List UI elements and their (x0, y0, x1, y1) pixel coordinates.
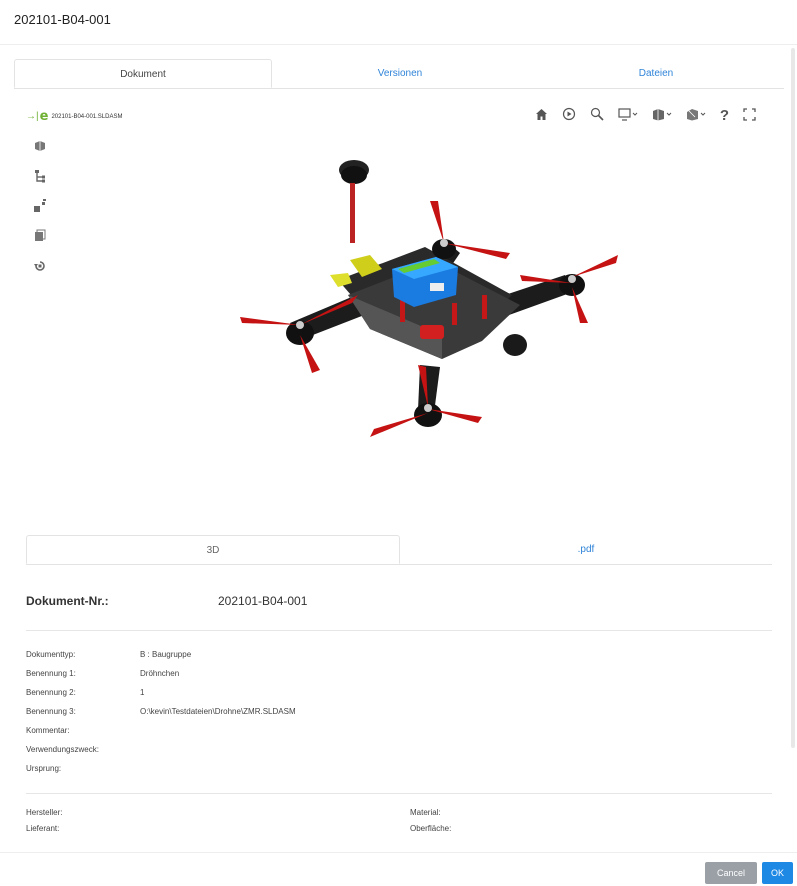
dialog-footer: Cancel OK (0, 852, 797, 886)
fullscreen-icon[interactable] (743, 107, 756, 125)
property-label: Benennung 1: (26, 669, 76, 678)
property-label: Benennung 3: (26, 707, 76, 716)
parts-icon[interactable] (32, 139, 48, 157)
ok-button[interactable]: OK (762, 862, 793, 884)
property-label: Verwendungszweck: (26, 745, 99, 754)
tab-dateien[interactable]: Dateien (528, 59, 784, 88)
display-icon[interactable] (618, 107, 638, 125)
rotate-icon[interactable] (32, 259, 48, 277)
property-row: Verwendungszweck: (26, 740, 296, 759)
property-row: Ursprung: (26, 759, 296, 778)
tab-pdf[interactable]: .pdf (400, 535, 772, 564)
link-arrow-icon: →| (26, 111, 39, 122)
home-icon[interactable] (535, 108, 548, 125)
help-icon[interactable]: ? (720, 108, 729, 124)
layers-icon[interactable] (32, 229, 48, 247)
property-row: Benennung 3: O:\kevin\Testdateien\Drohne\… (26, 702, 296, 721)
document-number-value: 202101-B04-001 (218, 594, 308, 608)
tab-3d[interactable]: 3D (26, 535, 400, 564)
supplier-properties: Hersteller: Material: Lieferant: Oberflä… (26, 793, 772, 833)
property-label-hersteller: Hersteller: (26, 808, 63, 817)
dialog-content: Dokument Versionen Dateien →| e 202101-B… (0, 44, 797, 852)
app-logo-icon: e (39, 109, 49, 124)
property-value: B : Baugruppe (140, 650, 192, 659)
top-toolbar: ? (535, 107, 756, 125)
structure-icon[interactable] (32, 169, 48, 187)
property-label: Benennung 2: (26, 688, 76, 697)
cancel-button[interactable]: Cancel (705, 862, 757, 884)
3d-viewer[interactable]: →| e 202101-B04-001.SLDASM ? (20, 101, 780, 521)
property-label: Dokumenttyp: (26, 650, 76, 659)
property-row: Kommentar: (26, 721, 296, 740)
property-label-material: Material: (410, 808, 441, 817)
dialog-title: 202101-B04-001 (14, 12, 111, 27)
property-row: Benennung 1: Dröhnchen (26, 664, 296, 683)
property-value: Dröhnchen (140, 669, 180, 678)
file-format-tabs: 3D .pdf (26, 535, 772, 565)
file-name: 202101-B04-001.SLDASM (51, 113, 123, 120)
drone-model[interactable] (220, 145, 620, 445)
property-value: O:\kevin\Testdateien\Drohne\ZMR.SLDASM (140, 707, 296, 716)
property-label-oberflaeche: Oberfläche: (410, 824, 452, 833)
property-row: Benennung 2: 1 (26, 683, 296, 702)
property-label: Ursprung: (26, 764, 62, 773)
tab-dokument[interactable]: Dokument (14, 59, 272, 88)
property-label-lieferant: Lieferant: (26, 824, 60, 833)
properties-list: Dokumenttyp: B : Baugruppe Benennung 1: Dr… (26, 645, 296, 778)
document-number-label: Dokument-Nr.: (26, 594, 109, 608)
document-number-row: Dokument-Nr.: 202101-B04-001 (26, 591, 772, 631)
zoom-icon[interactable] (590, 107, 604, 125)
view-cube-icon[interactable] (652, 108, 672, 125)
property-row: Dokumenttyp: B : Baugruppe (26, 645, 296, 664)
play-icon[interactable] (562, 107, 576, 125)
scrollbar[interactable] (791, 48, 795, 748)
property-value: 1 (140, 688, 145, 697)
left-toolbar (32, 139, 48, 277)
main-tabs: Dokument Versionen Dateien (14, 59, 784, 89)
property-label: Kommentar: (26, 726, 70, 735)
file-label[interactable]: →| e 202101-B04-001.SLDASM (26, 109, 122, 124)
tab-versionen[interactable]: Versionen (272, 59, 528, 88)
explode-icon[interactable] (32, 199, 48, 217)
section-icon[interactable] (686, 108, 706, 125)
